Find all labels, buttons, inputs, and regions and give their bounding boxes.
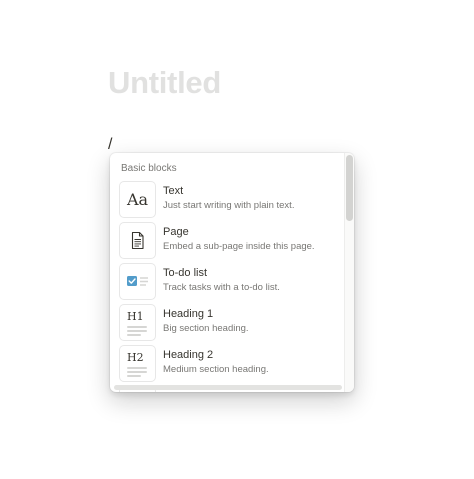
menu-item-title: Text (163, 185, 184, 197)
menu-item-page[interactable]: Page Embed a sub-page inside this page. (110, 223, 344, 264)
horizontal-scrollbar[interactable] (114, 385, 342, 390)
section-header-basic-blocks: Basic blocks (121, 163, 177, 174)
notion-page: Untitled / Basic blocks Aa Text Just sta… (0, 0, 474, 479)
menu-item-description: Medium section heading. (163, 364, 269, 375)
heading-lines-decoration (127, 326, 147, 338)
page-document-icon (120, 223, 155, 258)
todo-checkbox-icon (120, 264, 155, 299)
heading-2-icon: H2 (120, 346, 155, 381)
text-glyph: Aa (126, 190, 149, 209)
menu-item-description: Embed a sub-page inside this page. (163, 241, 315, 252)
slash-command-menu: Basic blocks Aa Text Just start writing … (110, 153, 354, 392)
page-document-svg (131, 231, 144, 250)
menu-item-heading-1[interactable]: H1 Heading 1 Big section heading. (110, 305, 344, 346)
heading-2-glyph: H2 (127, 351, 144, 364)
todo-checkbox-svg (127, 276, 148, 286)
heading-1-glyph: H1 (127, 310, 144, 323)
menu-item-heading-2[interactable]: H2 Heading 2 Medium section heading. (110, 346, 344, 387)
slash-command-text[interactable]: / (108, 136, 112, 154)
menu-item-text[interactable]: Aa Text Just start writing with plain te… (110, 182, 344, 223)
vertical-scrollbar-track[interactable] (344, 153, 354, 392)
heading-lines-decoration (127, 367, 147, 379)
menu-item-title: To-do list (163, 267, 208, 279)
heading-1-icon: H1 (120, 305, 155, 340)
menu-item-title: Heading 1 (163, 308, 214, 320)
menu-item-title: Page (163, 226, 189, 238)
menu-item-description: Just start writing with plain text. (163, 200, 295, 211)
menu-item-todo-list[interactable]: To-do list Track tasks with a to-do list… (110, 264, 344, 305)
menu-item-description: Big section heading. (163, 323, 249, 334)
text-block-icon: Aa (120, 182, 155, 217)
menu-item-title: Heading 2 (163, 349, 214, 361)
menu-item-description: Track tasks with a to-do list. (163, 282, 280, 293)
vertical-scrollbar-thumb[interactable] (346, 155, 353, 221)
page-title[interactable]: Untitled (108, 64, 221, 102)
